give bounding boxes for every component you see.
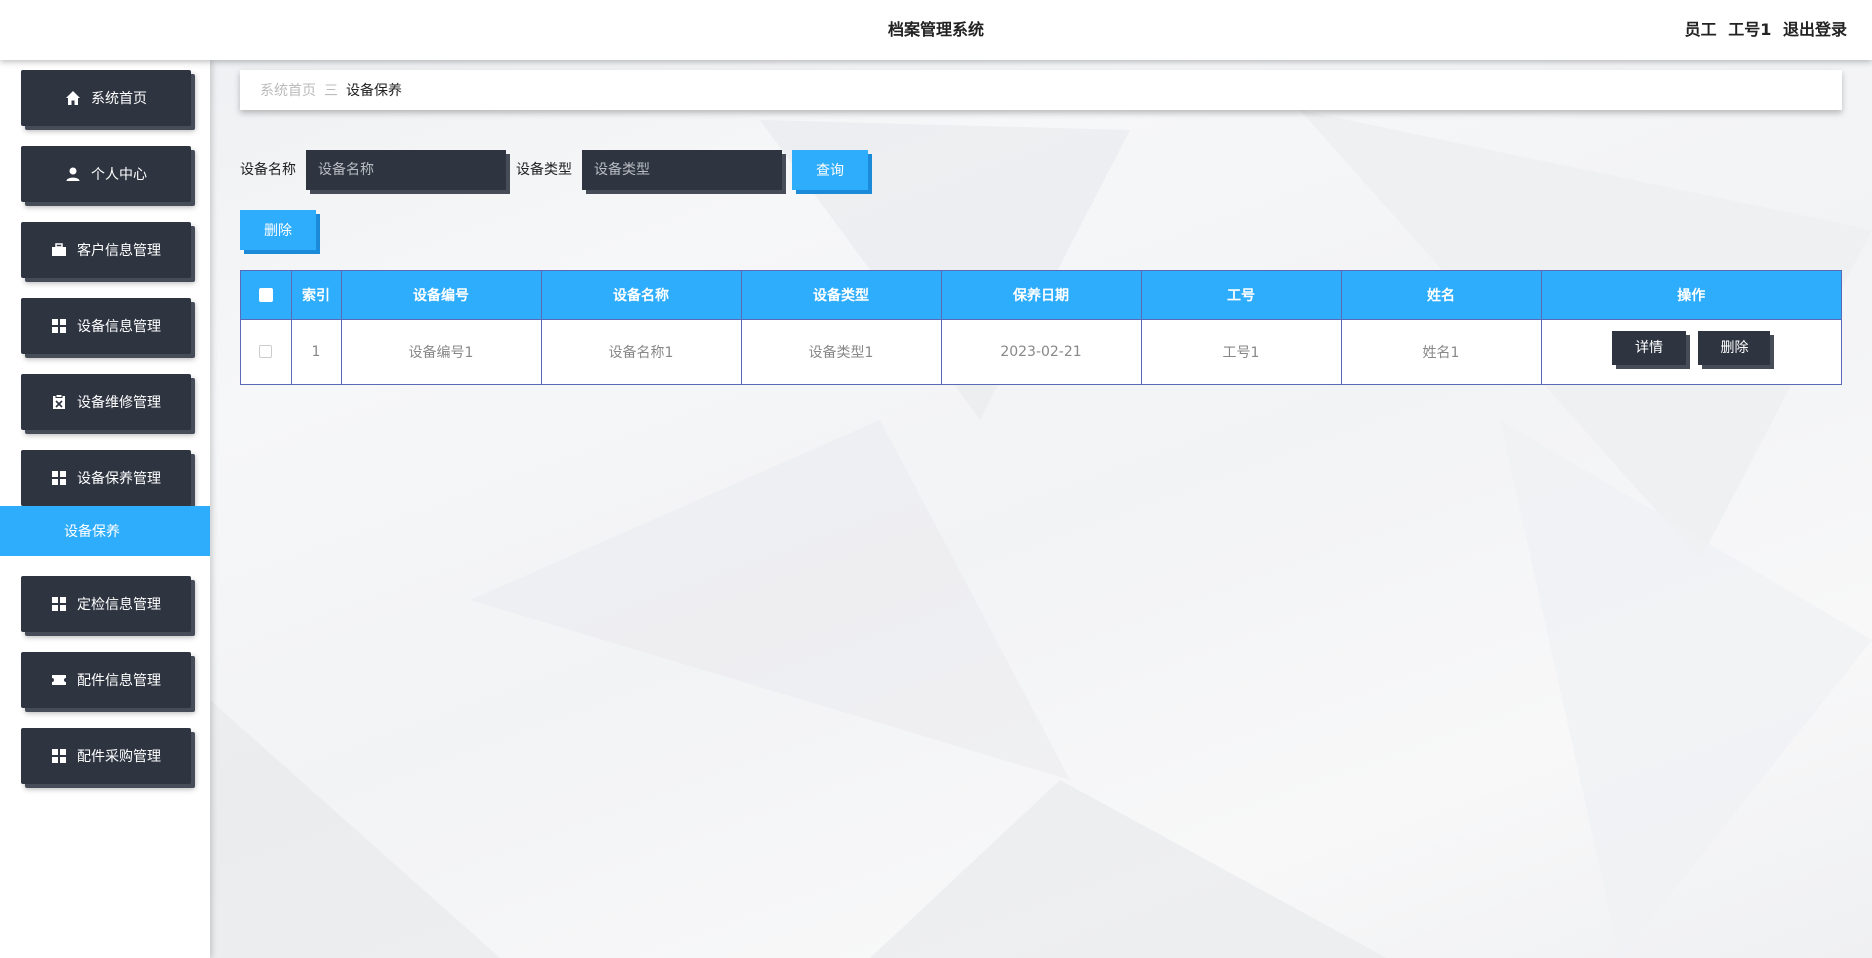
- query-button[interactable]: 查询: [792, 150, 868, 190]
- sidebar: 系统首页 个人中心 客户信息管理 设备信息管理 设备维修管理 设备保养管理 设备…: [0, 60, 210, 958]
- submenu-item-label: 设备保养: [64, 524, 120, 540]
- logout-link[interactable]: 退出登录: [1783, 20, 1847, 39]
- column-header-date: 保养日期: [941, 271, 1142, 319]
- background-pattern: [210, 110, 1872, 958]
- cell-staff-no: 工号1: [1141, 318, 1342, 384]
- row-select-cell: [241, 318, 292, 384]
- device-name-input[interactable]: [306, 150, 506, 190]
- column-header-actions: 操作: [1677, 287, 1706, 304]
- select-all-checkbox[interactable]: [258, 287, 273, 302]
- sidebar-item-label: 客户信息管理: [77, 243, 161, 259]
- device-type-label: 设备类型: [516, 162, 572, 178]
- cell-code: 设备编号1: [341, 318, 542, 384]
- delete-selected-button[interactable]: 删除: [240, 210, 316, 250]
- sidebar-item-label: 设备信息管理: [77, 319, 161, 335]
- briefcase-icon: [51, 242, 67, 258]
- table-header-row: 索引 设备编号 设备名称 设备类型 保养日期 工号 姓名 操作: [241, 271, 1841, 319]
- table-row: 1 设备编号1 设备名称1 设备类型1 2023-02-21 工号1 姓名1 详…: [241, 318, 1841, 384]
- sidebar-item-repair[interactable]: 设备维修管理: [21, 374, 191, 430]
- top-header: 档案管理系统 员工 工号1 退出登录: [0, 0, 1872, 60]
- row-delete-button[interactable]: 删除: [1698, 330, 1771, 365]
- sidebar-item-maintenance[interactable]: 设备保养管理: [21, 450, 191, 506]
- device-name-label: 设备名称: [240, 162, 296, 178]
- sidebar-item-inspection[interactable]: 定检信息管理: [21, 576, 191, 632]
- column-header-staff-name: 姓名: [1341, 271, 1542, 319]
- column-header-staff-no: 工号: [1141, 271, 1342, 319]
- cell-name: 设备名称1: [541, 318, 742, 384]
- cell-staff-name: 姓名1: [1341, 318, 1542, 384]
- column-header-type: 设备类型: [741, 271, 942, 319]
- column-header-name: 设备名称: [541, 271, 742, 319]
- sidebar-item-purchase[interactable]: 配件采购管理: [21, 728, 191, 784]
- cell-actions: 详情 删除: [1541, 318, 1841, 384]
- sidebar-item-profile[interactable]: 个人中心: [21, 146, 191, 202]
- sidebar-item-label: 配件信息管理: [77, 673, 161, 689]
- sidebar-item-label: 个人中心: [91, 167, 147, 183]
- sidebar-item-home[interactable]: 系统首页: [21, 70, 191, 126]
- sidebar-item-label: 配件采购管理: [77, 749, 161, 765]
- grid-icon: [51, 596, 67, 612]
- breadcrumb-separator: 三: [324, 83, 338, 99]
- clipboard-icon: [51, 394, 67, 410]
- sidebar-item-parts[interactable]: 配件信息管理: [21, 652, 191, 708]
- breadcrumb: 系统首页 三 设备保养: [240, 70, 1842, 110]
- grid-icon: [51, 470, 67, 486]
- column-header-index: 索引: [291, 271, 342, 319]
- sidebar-item-label: 系统首页: [91, 91, 147, 107]
- user-name: 工号1: [1728, 20, 1772, 39]
- submenu-item-maintenance[interactable]: 设备保养: [0, 506, 210, 556]
- user-icon: [65, 166, 81, 182]
- device-type-input[interactable]: [582, 150, 782, 190]
- cell-index: 1: [291, 318, 342, 384]
- sidebar-item-customers[interactable]: 客户信息管理: [21, 222, 191, 278]
- row-checkbox[interactable]: [259, 345, 273, 359]
- sidebar-item-label: 设备保养管理: [77, 471, 161, 487]
- select-all-cell: [241, 271, 292, 319]
- grid-icon: [51, 748, 67, 764]
- home-icon: [65, 90, 81, 106]
- sidebar-item-label: 设备维修管理: [77, 395, 161, 411]
- grid-icon: [51, 318, 67, 334]
- sidebar-item-devices[interactable]: 设备信息管理: [21, 298, 191, 354]
- cell-type: 设备类型1: [741, 318, 942, 384]
- app-title: 档案管理系统: [887, 20, 984, 39]
- user-info: 员工 工号1 退出登录: [1679, 0, 1847, 60]
- breadcrumb-home[interactable]: 系统首页: [260, 80, 316, 100]
- breadcrumb-current: 设备保养: [346, 83, 402, 99]
- cell-date: 2023-02-21: [941, 318, 1142, 384]
- maintenance-table: 索引 设备编号 设备名称 设备类型 保养日期 工号 姓名 操作 1 设备编号1 …: [240, 270, 1842, 385]
- column-header-code: 设备编号: [341, 271, 542, 319]
- detail-button[interactable]: 详情: [1612, 330, 1687, 365]
- ticket-icon: [51, 672, 67, 688]
- user-role: 员工: [1684, 20, 1717, 39]
- sidebar-item-label: 定检信息管理: [77, 597, 161, 613]
